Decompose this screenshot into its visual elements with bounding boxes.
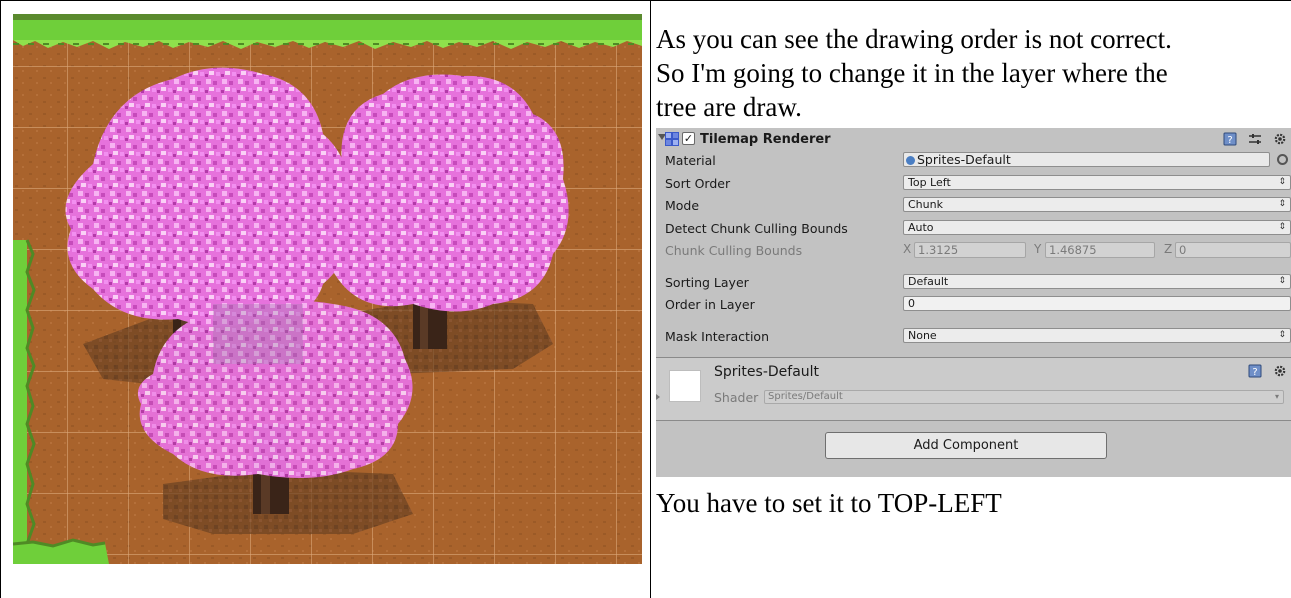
mode-row: Mode Chunk ⇕ (656, 196, 1291, 214)
material-preview-thumbnail (669, 370, 701, 402)
component-enabled-checkbox[interactable]: ✓ (682, 132, 695, 145)
order-in-layer-input[interactable]: 0 (903, 296, 1291, 311)
mask-interaction-label: Mask Interaction (665, 329, 769, 344)
mask-interaction-dropdown[interactable]: None ⇕ (903, 328, 1291, 343)
grass-bottom-left (13, 538, 109, 564)
sorting-layer-dropdown[interactable]: Default ⇕ (903, 274, 1291, 289)
dropdown-arrow-icon: ⇕ (1278, 177, 1286, 187)
component-title: Tilemap Renderer (700, 132, 831, 147)
object-picker-icon[interactable]: o (1277, 154, 1288, 165)
mode-label: Mode (665, 198, 700, 213)
detect-bounds-label: Detect Chunk Culling Bounds (665, 221, 848, 236)
detect-bounds-dropdown[interactable]: Auto ⇕ (903, 220, 1291, 235)
material-asset-icon (906, 156, 915, 165)
unity-inspector-panel: ✓ Tilemap Renderer ? Material Sprites-De… (656, 128, 1291, 477)
paragraph-2: So I'm going to change it in the layer w… (656, 58, 1168, 88)
shader-dropdown[interactable]: Sprites/Default ▾ (764, 390, 1284, 404)
material-row: Material Sprites-Default o (656, 151, 1291, 169)
sort-order-dropdown[interactable]: Top Left ⇕ (903, 175, 1291, 190)
mode-value: Chunk (908, 198, 943, 211)
sorting-layer-label: Sorting Layer (665, 275, 749, 290)
chunk-bounds-z-field: 0 (1175, 242, 1291, 258)
shader-label: Shader (714, 390, 759, 405)
tilemap-renderer-icon (665, 132, 679, 146)
material-block-name: Sprites-Default (714, 364, 820, 380)
sorting-layer-row: Sorting Layer Default ⇕ (656, 273, 1291, 291)
gear-icon[interactable] (1273, 364, 1287, 378)
dropdown-arrow-icon: ⇕ (1278, 199, 1286, 209)
sort-order-row: Sort Order Top Left ⇕ (656, 174, 1291, 192)
chunk-bounds-y-field: 1.46875 (1045, 242, 1155, 258)
gear-icon[interactable] (1273, 132, 1287, 146)
sort-order-label: Sort Order (665, 176, 731, 191)
add-component-button[interactable]: Add Component (825, 432, 1107, 459)
material-label: Material (665, 153, 716, 168)
chunk-bounds-x-field: 1.3125 (914, 242, 1026, 258)
mask-interaction-value: None (908, 329, 937, 342)
material-field[interactable]: Sprites-Default (903, 152, 1270, 167)
sort-order-value: Top Left (908, 176, 951, 189)
book-icon[interactable]: ? (1223, 132, 1237, 146)
component-header[interactable]: ✓ Tilemap Renderer ? (656, 128, 1291, 150)
material-block: Sprites-Default Shader Sprites/Default ▾… (656, 358, 1291, 420)
chunk-bounds-x-label: X (903, 242, 912, 256)
chunk-bounds-z-label: Z (1164, 242, 1173, 256)
order-in-layer-label: Order in Layer (665, 297, 755, 312)
game-scene-screenshot (13, 14, 642, 564)
chunk-bounds-row: Chunk Culling Bounds X 1.3125 Y 1.46875 … (656, 241, 1291, 259)
mode-dropdown[interactable]: Chunk ⇕ (903, 197, 1291, 212)
dropdown-arrow-icon: ▾ (1274, 392, 1279, 401)
mask-interaction-row: Mask Interaction None ⇕ (656, 327, 1291, 345)
dropdown-arrow-icon: ⇕ (1278, 330, 1286, 340)
tilemap-scene (13, 14, 642, 564)
table-left-border (0, 0, 1, 598)
table-column-divider (650, 0, 651, 598)
paragraph-1: As you can see the drawing order is not … (656, 24, 1172, 54)
paragraph-4: You have to set it to TOP-LEFT (656, 488, 1002, 518)
chunk-bounds-y-label: Y (1034, 242, 1042, 256)
shader-value: Sprites/Default (768, 391, 843, 402)
svg-text:?: ? (1252, 367, 1257, 378)
detect-bounds-row: Detect Chunk Culling Bounds Auto ⇕ (656, 219, 1291, 237)
settings-sliders-icon[interactable] (1248, 132, 1262, 146)
paragraph-3: tree are draw. (656, 92, 802, 122)
order-in-layer-row: Order in Layer 0 (656, 295, 1291, 313)
section-divider (656, 420, 1291, 421)
chunk-bounds-label: Chunk Culling Bounds (665, 243, 803, 258)
material-value: Sprites-Default (917, 152, 1011, 167)
book-icon[interactable]: ? (1248, 364, 1262, 378)
material-foldout-icon[interactable] (656, 394, 660, 400)
sorting-layer-value: Default (908, 275, 949, 288)
svg-text:?: ? (1227, 135, 1232, 146)
table-top-border (0, 0, 1291, 1)
detect-bounds-value: Auto (908, 221, 934, 234)
dropdown-arrow-icon: ⇕ (1278, 276, 1286, 286)
dropdown-arrow-icon: ⇕ (1278, 222, 1286, 232)
